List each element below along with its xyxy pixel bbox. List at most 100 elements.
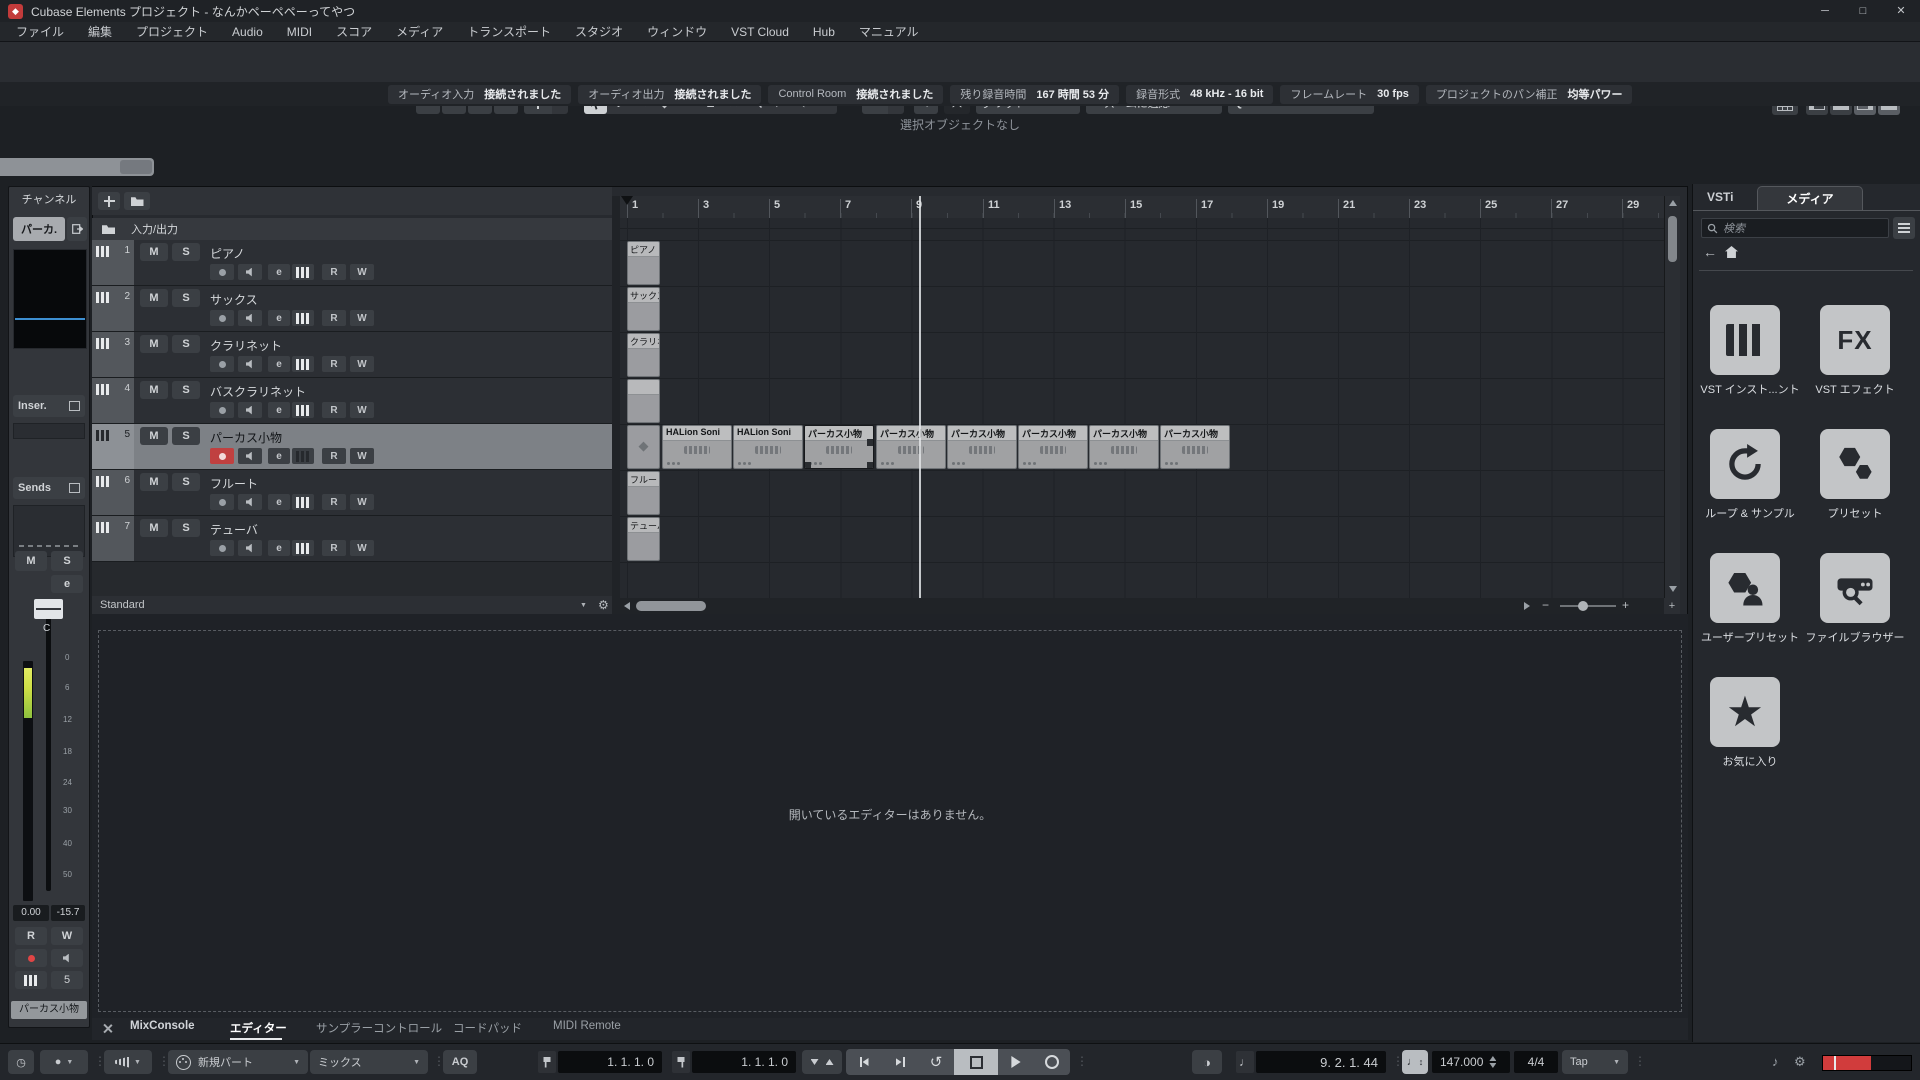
- track-name[interactable]: バスクラリネット: [210, 383, 306, 400]
- zoom-in-button[interactable]: +: [1622, 598, 1629, 612]
- vertical-scrollbar[interactable]: [1664, 196, 1680, 598]
- event-sax[interactable]: サックス: [627, 287, 660, 331]
- edit-button[interactable]: e: [268, 310, 290, 326]
- channel-monitor-button[interactable]: [51, 949, 83, 967]
- insert-slot[interactable]: [13, 423, 85, 439]
- gear-icon[interactable]: ⚙: [598, 598, 609, 612]
- midi-part[interactable]: パーカス小物: [1160, 425, 1230, 469]
- mute-button[interactable]: M: [140, 473, 168, 491]
- event-percussion-start[interactable]: ◆: [627, 425, 660, 469]
- record-enable-button[interactable]: [210, 264, 234, 280]
- edit-button[interactable]: e: [268, 356, 290, 372]
- status-record-format[interactable]: 録音形式48 kHz - 16 bit: [1126, 85, 1273, 104]
- menu-audio[interactable]: Audio: [220, 22, 275, 42]
- edit-button[interactable]: e: [268, 448, 290, 464]
- horizontal-scrollbar[interactable]: − +: [620, 598, 1664, 614]
- channel-edit-button[interactable]: e: [51, 575, 83, 593]
- gear-icon[interactable]: ⚙: [1794, 1054, 1806, 1070]
- event-display[interactable]: ピアノ サックス クラリネ ◆ フルート テューバ HALion Soni HA…: [620, 218, 1664, 598]
- left-locator-display[interactable]: 1. 1. 1. 0: [558, 1051, 662, 1073]
- status-frame-rate[interactable]: フレームレート30 fps: [1280, 85, 1418, 104]
- go-to-next-marker-button[interactable]: [882, 1049, 918, 1075]
- zoom-slider-track[interactable]: [1560, 605, 1616, 607]
- status-pan-law[interactable]: プロジェクトのパン補正均等パワー: [1426, 85, 1633, 104]
- tile-loops-samples[interactable]: [1710, 429, 1780, 499]
- write-button[interactable]: W: [350, 310, 374, 326]
- close-lower-zone-icon[interactable]: [102, 1023, 113, 1034]
- track-name[interactable]: テューバ: [210, 521, 258, 538]
- status-audio-input[interactable]: オーディオ入力接続されました: [388, 85, 571, 104]
- track-row-flute[interactable]: 6 M S フルート e R W: [92, 470, 612, 516]
- track-name[interactable]: ピアノ: [210, 245, 245, 262]
- channel-track-name[interactable]: パーカス小物: [11, 1001, 87, 1019]
- instrument-button[interactable]: [292, 540, 314, 556]
- status-audio-output[interactable]: オーディオ出力接続されました: [578, 85, 761, 104]
- splitter[interactable]: [612, 196, 620, 614]
- right-locator-flag[interactable]: [672, 1051, 690, 1073]
- record-enable-button-active[interactable]: [210, 448, 234, 464]
- volume-value[interactable]: 0.00: [13, 905, 49, 921]
- monitor-button[interactable]: [238, 448, 262, 464]
- menu-hub[interactable]: Hub: [801, 22, 847, 42]
- channel-tab[interactable]: パーカ.: [13, 217, 65, 241]
- midi-record-mode-dropdown[interactable]: 新規パート ▼: [168, 1050, 308, 1074]
- monitor-button[interactable]: [238, 540, 262, 556]
- tile-user-presets[interactable]: [1710, 553, 1780, 623]
- tempo-display[interactable]: 147.000: [1432, 1051, 1510, 1073]
- edit-button[interactable]: e: [268, 540, 290, 556]
- write-button[interactable]: W: [350, 494, 374, 510]
- edit-button[interactable]: e: [268, 402, 290, 418]
- chevron-down-icon[interactable]: ▼: [580, 602, 587, 609]
- menu-edit[interactable]: 編集: [76, 22, 124, 42]
- record-enable-button[interactable]: [210, 540, 234, 556]
- horizontal-scroll-thumb[interactable]: [636, 601, 706, 611]
- scroll-down-icon[interactable]: [1669, 586, 1677, 592]
- mute-button[interactable]: M: [140, 381, 168, 399]
- record-button[interactable]: [1034, 1049, 1070, 1075]
- solo-button[interactable]: S: [172, 519, 200, 537]
- left-locator-flag[interactable]: [538, 1051, 556, 1073]
- track-visibility-preset[interactable]: Standard: [100, 599, 145, 611]
- event-flute[interactable]: フルート: [627, 471, 660, 515]
- vertical-zoom-button[interactable]: +: [1664, 598, 1680, 614]
- write-button[interactable]: W: [350, 402, 374, 418]
- record-mode-dropdown[interactable]: ●▼: [40, 1050, 88, 1074]
- tab-media[interactable]: メディア: [1757, 186, 1863, 211]
- midi-part[interactable]: パーカス小物: [1089, 425, 1159, 469]
- menu-project[interactable]: プロジェクト: [124, 22, 220, 42]
- sends-button[interactable]: Sends: [13, 477, 85, 499]
- instrument-button[interactable]: [292, 448, 314, 464]
- tile-presets[interactable]: [1820, 429, 1890, 499]
- close-button[interactable]: ✕: [1882, 0, 1920, 22]
- tile-file-browser[interactable]: [1820, 553, 1890, 623]
- media-search-input[interactable]: 検索: [1701, 218, 1889, 238]
- midi-part[interactable]: パーカス小物: [1018, 425, 1088, 469]
- menu-window[interactable]: ウィンドウ: [635, 22, 719, 42]
- read-button[interactable]: R: [322, 264, 346, 280]
- monitor-button[interactable]: [238, 264, 262, 280]
- minimize-button[interactable]: ─: [1806, 0, 1844, 22]
- event-bass-clarinet[interactable]: [627, 379, 660, 423]
- read-button[interactable]: R: [322, 540, 346, 556]
- solo-button[interactable]: S: [172, 427, 200, 445]
- event-tuba[interactable]: テューバ: [627, 517, 660, 561]
- status-record-time[interactable]: 残り録音時間167 時間 53 分: [950, 85, 1119, 104]
- mute-button[interactable]: M: [140, 335, 168, 353]
- channel-solo-button[interactable]: S: [51, 551, 83, 571]
- menu-media[interactable]: メディア: [384, 22, 455, 42]
- channel-read-button[interactable]: R: [15, 927, 47, 945]
- menu-manual[interactable]: マニュアル: [847, 22, 931, 42]
- write-button[interactable]: W: [350, 448, 374, 464]
- scroll-right-icon[interactable]: [1524, 602, 1530, 610]
- back-button[interactable]: ←: [1703, 244, 1717, 260]
- read-button[interactable]: R: [322, 310, 346, 326]
- volume-fader[interactable]: [34, 599, 63, 619]
- solo-button[interactable]: S: [172, 243, 200, 261]
- zoom-slider-handle[interactable]: [1578, 601, 1588, 611]
- track-preset-button[interactable]: [124, 192, 150, 210]
- event-clarinet[interactable]: クラリネ: [627, 333, 660, 377]
- midi-part[interactable]: HALion Soni: [662, 425, 732, 469]
- tile-vst-instruments[interactable]: [1710, 305, 1780, 375]
- channel-write-button[interactable]: W: [51, 927, 83, 945]
- tab-midi-remote[interactable]: MIDI Remote: [553, 1020, 621, 1032]
